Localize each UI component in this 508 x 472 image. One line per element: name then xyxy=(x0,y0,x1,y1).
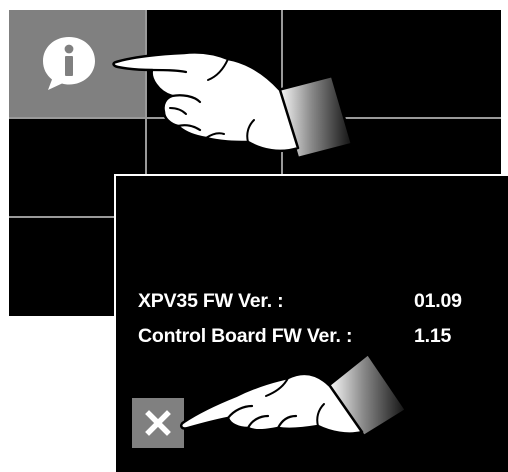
pointing-hand-icon xyxy=(180,352,408,438)
firmware-label: XPV35 FW Ver. : xyxy=(138,290,284,312)
pointing-hand-icon xyxy=(112,51,354,160)
instruction-illustration: XPV35 FW Ver. : 01.09 Control Board FW V… xyxy=(0,0,508,472)
firmware-value: 1.15 xyxy=(414,325,452,347)
close-x-icon xyxy=(145,410,171,436)
firmware-value: 01.09 xyxy=(414,290,462,312)
firmware-row-xpv35: XPV35 FW Ver. : 01.09 xyxy=(138,290,498,316)
close-button[interactable] xyxy=(132,398,184,448)
info-bubble-icon xyxy=(43,37,95,90)
